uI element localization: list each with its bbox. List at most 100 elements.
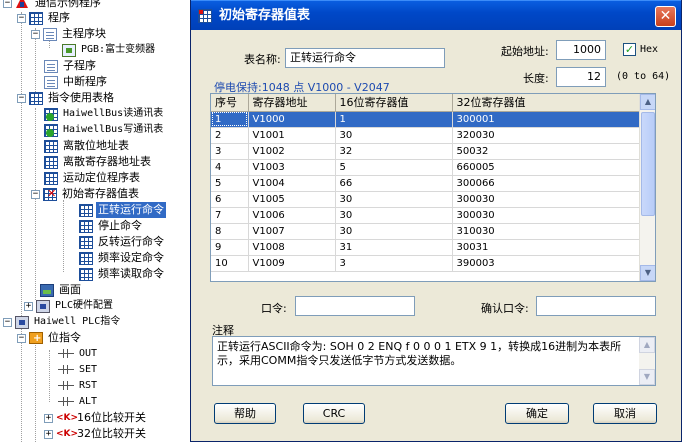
tree-screen[interactable]: 画面 xyxy=(40,282,83,298)
notes-textarea[interactable]: 正转运行ASCII命令为: SOH 0 2 ENQ f 0 0 0 1 ETX … xyxy=(212,336,656,386)
table-cell[interactable]: 30031 xyxy=(452,239,641,256)
grid-scrollbar[interactable]: ▲ ▼ xyxy=(639,94,655,281)
tree-haiwell-plc[interactable]: − Haiwell PLC指令 xyxy=(3,314,122,330)
tree-bit-item[interactable]: SET xyxy=(58,362,99,378)
table-row[interactable]: 4 V1003 5 660005 xyxy=(211,159,641,176)
table-cell[interactable]: V1005 xyxy=(248,191,336,208)
cancel-button[interactable]: 取消 xyxy=(593,403,657,424)
table-cell[interactable]: 31 xyxy=(335,239,453,256)
scroll-up-button[interactable]: ▲ xyxy=(639,337,655,353)
table-cell[interactable]: V1001 xyxy=(248,127,336,144)
table-cell[interactable]: V1008 xyxy=(248,239,336,256)
table-cell[interactable]: 8 xyxy=(211,223,249,240)
table-row[interactable]: 3 V1002 32 50032 xyxy=(211,143,641,160)
tree-instr-table[interactable]: − 指令使用表格 xyxy=(17,90,116,106)
table-cell[interactable]: 10 xyxy=(211,255,249,272)
table-cell[interactable]: 32 xyxy=(335,143,453,160)
table-cell[interactable]: 6 xyxy=(211,191,249,208)
confirm-password-input[interactable] xyxy=(536,296,656,316)
tree-bit-item[interactable]: RST xyxy=(58,378,99,394)
start-address-input[interactable]: 1000 xyxy=(556,40,606,60)
tree-discrete-reg[interactable]: 离散寄存器地址表 xyxy=(44,154,153,170)
table-row[interactable]: 7 V1006 30 300030 xyxy=(211,207,641,224)
collapse-icon[interactable]: − xyxy=(17,93,26,103)
table-row[interactable]: 8 V1007 30 310030 xyxy=(211,223,641,240)
table-row[interactable]: 9 V1008 31 30031 xyxy=(211,239,641,256)
tree-motion-table[interactable]: 运动定位程序表 xyxy=(44,170,142,186)
scroll-up-button[interactable]: ▲ xyxy=(640,94,655,110)
table-cell[interactable]: 1 xyxy=(335,111,453,128)
tree-bit-item[interactable]: ALT xyxy=(58,394,99,410)
notes-scrollbar[interactable]: ▲ ▼ xyxy=(639,337,655,385)
table-cell[interactable]: 5 xyxy=(335,159,453,176)
expand-icon[interactable]: + xyxy=(44,413,53,423)
length-input[interactable]: 12 xyxy=(556,67,606,87)
crc-button[interactable]: CRC xyxy=(303,403,365,424)
scroll-thumb[interactable] xyxy=(641,112,655,216)
ok-button[interactable]: 确定 xyxy=(505,403,569,424)
table-cell[interactable]: 30 xyxy=(335,207,453,224)
table-cell[interactable]: V1007 xyxy=(248,223,336,240)
table-cell[interactable]: 310030 xyxy=(452,223,641,240)
tree-haiwell-write[interactable]: HaiwellBus写通讯表 xyxy=(44,122,165,138)
tree-init-item[interactable]: 频率设定命令 xyxy=(79,250,166,266)
tree-discrete-bit[interactable]: 离散位地址表 xyxy=(44,138,131,154)
tree-init-item[interactable]: 频率读取命令 xyxy=(79,266,166,282)
table-cell[interactable]: 30 xyxy=(335,127,453,144)
table-cell[interactable]: V1009 xyxy=(248,255,336,272)
table-cell[interactable]: 3 xyxy=(335,255,453,272)
table-cell[interactable]: 300001 xyxy=(452,111,641,128)
table-cell[interactable]: V1006 xyxy=(248,207,336,224)
tree-sub-program[interactable]: 子程序 xyxy=(44,58,98,74)
password-input[interactable] xyxy=(295,296,415,316)
tree-init-item[interactable]: 反转运行命令 xyxy=(79,234,166,250)
table-cell[interactable]: 9 xyxy=(211,239,249,256)
expand-icon[interactable]: + xyxy=(44,429,53,439)
table-cell[interactable]: 66 xyxy=(335,175,453,192)
tree-interrupt[interactable]: 中断程序 xyxy=(44,74,109,90)
tree-program[interactable]: − 程序 xyxy=(17,10,72,26)
collapse-icon[interactable]: − xyxy=(17,333,26,343)
table-cell[interactable]: 660005 xyxy=(452,159,641,176)
table-cell[interactable]: 4 xyxy=(211,159,249,176)
table-cell[interactable]: V1003 xyxy=(248,159,336,176)
table-cell[interactable]: 50032 xyxy=(452,143,641,160)
collapse-icon[interactable]: − xyxy=(31,29,40,39)
table-cell[interactable]: 1 xyxy=(211,111,249,128)
help-button[interactable]: 帮助 xyxy=(214,403,276,424)
col-header[interactable]: 16位寄存器值 xyxy=(335,94,453,112)
table-cell[interactable]: V1000 xyxy=(248,111,336,128)
tree-cmp32[interactable]: + <K> 32位比较开关 xyxy=(44,426,148,442)
register-grid[interactable]: 序号 寄存器地址 16位寄存器值 32位寄存器值 1 V1000 1 300001 2 V… xyxy=(210,93,656,282)
tree-init-reg-table[interactable]: − 初始寄存器值表 xyxy=(31,186,141,202)
tree-bit-instr[interactable]: − 位指令 xyxy=(17,330,83,347)
tree-init-item[interactable]: 停止命令 xyxy=(79,218,144,234)
tree-bit-item[interactable]: OUT xyxy=(58,346,99,362)
table-cell[interactable]: 300066 xyxy=(452,175,641,192)
collapse-icon[interactable]: − xyxy=(3,317,12,327)
tree-plc-hw[interactable]: + PLC硬件配置 xyxy=(24,298,115,314)
expand-icon[interactable]: + xyxy=(24,301,33,311)
table-cell[interactable]: V1002 xyxy=(248,143,336,160)
tree-cmp16[interactable]: + <K> 16位比较开关 xyxy=(44,410,148,426)
table-cell[interactable]: 7 xyxy=(211,207,249,224)
table-cell[interactable]: V1004 xyxy=(248,175,336,192)
table-cell[interactable]: 390003 xyxy=(452,255,641,272)
table-cell[interactable]: 300030 xyxy=(452,207,641,224)
scroll-down-button[interactable]: ▼ xyxy=(640,265,655,281)
table-cell[interactable]: 300030 xyxy=(452,191,641,208)
tree-init-item[interactable]: 正转运行命令 xyxy=(79,202,166,218)
table-row[interactable]: 2 V1001 30 320030 xyxy=(211,127,641,144)
hex-checkbox[interactable]: ✓ xyxy=(623,43,636,56)
collapse-icon[interactable]: − xyxy=(31,189,40,199)
collapse-icon[interactable]: − xyxy=(17,13,26,23)
collapse-icon[interactable]: − xyxy=(3,0,12,8)
table-cell[interactable]: 5 xyxy=(211,175,249,192)
scroll-down-button[interactable]: ▼ xyxy=(639,369,655,385)
table-cell[interactable]: 3 xyxy=(211,143,249,160)
table-cell[interactable]: 30 xyxy=(335,223,453,240)
table-cell[interactable]: 30 xyxy=(335,191,453,208)
dialog-titlebar[interactable]: 初始寄存器值表 ✕ xyxy=(191,0,681,30)
project-tree[interactable]: − 通信示例程序 − 程序 − 主程序块 PGB:富士变频器 子程序 中断程序 … xyxy=(0,0,188,442)
table-row[interactable]: 5 V1004 66 300066 xyxy=(211,175,641,192)
